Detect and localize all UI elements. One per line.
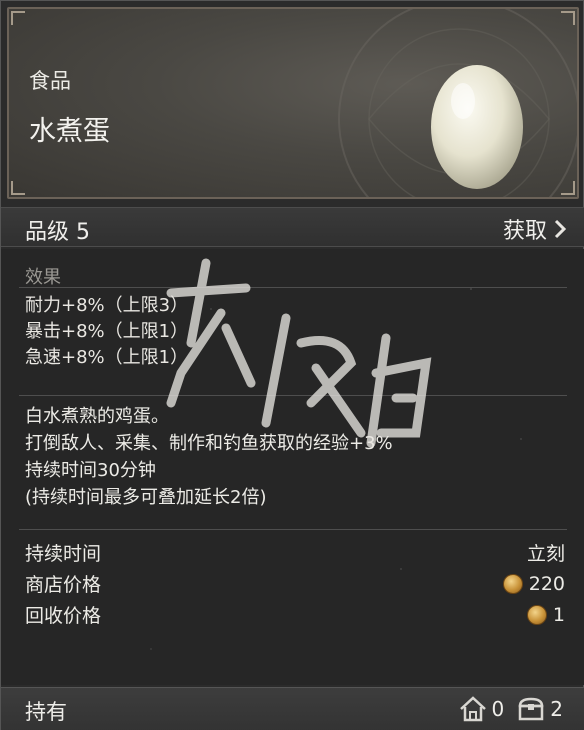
- description-line: 白水煮熟的鸡蛋。: [25, 406, 169, 427]
- chest-count: 2: [550, 697, 563, 721]
- effect-line: 耐力+8%（上限3）: [25, 295, 189, 316]
- item-description: 白水煮熟的鸡蛋。 打倒敌人、采集、制作和钓鱼获取的经验+3% 持续时间30分钟 …: [25, 403, 393, 511]
- obtain-button[interactable]: 获取: [503, 213, 567, 245]
- item-details: 效果 耐力+8%（上限3） 暴击+8%（上限1） 急速+8%（上限1） 白水煮熟…: [1, 249, 584, 685]
- chest-storage: 2: [516, 694, 563, 724]
- house-icon: [459, 696, 486, 722]
- duration-row: 持续时间 立刻: [25, 537, 565, 568]
- chevron-right-icon: [554, 219, 567, 239]
- item-header: 食品 水煮蛋: [7, 7, 579, 199]
- shop-price-row: 商店价格 220: [25, 568, 565, 599]
- description-line: (持续时间最多可叠加延长2倍): [25, 487, 267, 508]
- duration-value: 立刻: [526, 543, 565, 565]
- effect-line: 急速+8%（上限1）: [25, 347, 189, 368]
- shop-price-label: 商店价格: [25, 574, 102, 596]
- gold-coin-icon: [526, 604, 547, 625]
- duration-label: 持续时间: [25, 543, 102, 565]
- effect-line: 暴击+8%（上限1）: [25, 321, 189, 342]
- house-count: 0: [491, 697, 505, 721]
- shop-price-value: 220: [528, 572, 565, 595]
- chest-icon: [519, 697, 544, 721]
- sell-price-row: 回收价格 1: [25, 599, 565, 630]
- hold-label: 持有: [25, 700, 67, 724]
- divider: [19, 287, 567, 288]
- effects-list: 耐力+8%（上限3） 暴击+8%（上限1） 急速+8%（上限1）: [25, 293, 188, 371]
- shop-price: 220: [502, 572, 565, 595]
- holdings-footer: 持有 0 2: [1, 687, 584, 730]
- gold-coin-icon: [502, 573, 523, 594]
- holdings-counts: 0 2: [458, 694, 563, 724]
- sell-price-value: 1: [552, 603, 565, 626]
- item-name: 水煮蛋: [29, 116, 110, 147]
- house-storage: 0: [458, 694, 505, 724]
- obtain-label: 获取: [502, 219, 547, 244]
- effects-title: 效果: [25, 267, 61, 288]
- sell-price-label: 回收价格: [25, 605, 102, 627]
- frame-corner: [11, 11, 25, 25]
- description-line: 持续时间30分钟: [25, 460, 156, 481]
- sell-price: 1: [526, 603, 565, 626]
- frame-corner: [561, 181, 575, 195]
- item-category: 食品: [29, 69, 71, 93]
- boiled-egg-icon: [431, 65, 523, 189]
- grade-bar: 品级 5 获取: [1, 207, 584, 247]
- frame-corner: [11, 181, 25, 195]
- divider: [19, 529, 567, 530]
- item-stats: 持续时间 立刻 商店价格 220 回收价格 1: [25, 537, 565, 630]
- description-line: 打倒敌人、采集、制作和钓鱼获取的经验+3%: [25, 433, 393, 454]
- item-grade: 品级 5: [25, 220, 90, 245]
- item-tooltip-card: 食品 水煮蛋 品级 5 获取 效果 耐力+8%（上限3） 暴击+8%（上限1） …: [0, 0, 584, 730]
- frame-corner: [561, 11, 575, 25]
- divider: [19, 395, 567, 396]
